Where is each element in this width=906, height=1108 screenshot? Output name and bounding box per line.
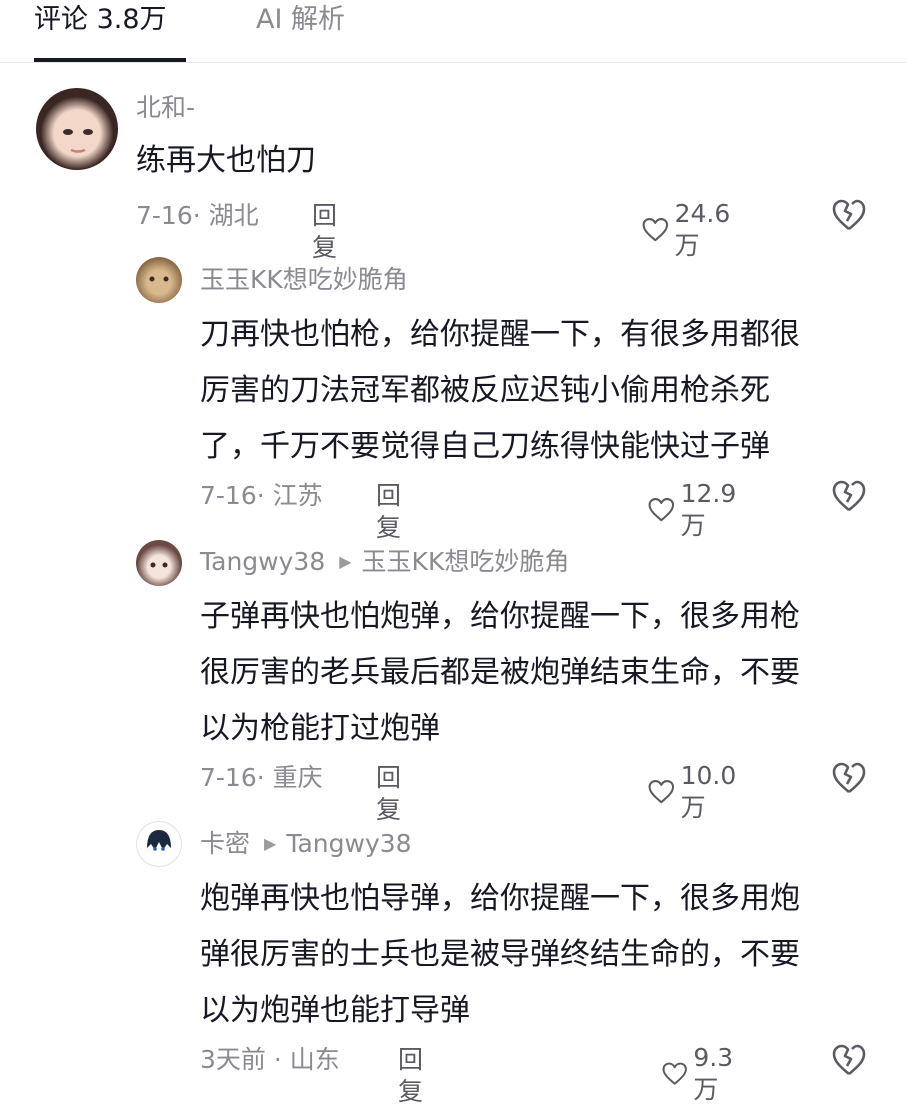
comment-text: 厉害的刀法冠军都被反应迟钝小偷用枪杀死: [200, 373, 770, 408]
dislike-button[interactable]: [832, 479, 866, 513]
avatar[interactable]: [36, 88, 118, 170]
like-count: 10.0万: [680, 761, 737, 822]
heart-outline-icon: [648, 780, 675, 804]
like-count: 12.9万: [680, 479, 737, 540]
comment-meta: 7-16· 重庆: [200, 763, 323, 792]
reply-button[interactable]: 回复: [376, 480, 401, 544]
heart-outline-icon: [642, 218, 669, 242]
broken-heart-icon: [832, 480, 866, 512]
like-button[interactable]: 24.6万: [642, 198, 738, 262]
comment-text: 以为炮弹也能打导弹: [200, 993, 470, 1028]
comment-text: 了，千万不要觉得自己刀练得快能快过子弹: [200, 429, 770, 464]
comment-text: 很厉害的老兵最后都是被炮弹结束生命，不要: [200, 655, 800, 690]
comment-meta: 7-16· 湖北: [136, 201, 259, 230]
like-button[interactable]: 9.3万: [662, 1042, 742, 1106]
right-triangle-icon: ▶: [339, 552, 352, 571]
like-count: 24.6万: [674, 199, 731, 260]
tab-comments[interactable]: 评论 3.8万: [34, 2, 167, 38]
comment-meta: 7-16· 江苏: [200, 481, 323, 510]
anime-avatar-icon: [150, 562, 168, 568]
comment-meta: 3天前 · 山东: [200, 1045, 340, 1074]
face-avatar-icon: [63, 129, 93, 153]
broken-heart-icon: [832, 199, 866, 231]
author-name[interactable]: Tangwy38: [200, 547, 325, 576]
tab-ai-analysis[interactable]: AI 解析: [256, 2, 345, 38]
heart-outline-icon: [662, 1062, 687, 1085]
comment-text: 刀再快也怕枪，给你提醒一下，有很多用都很: [200, 317, 800, 352]
reply-button[interactable]: 回复: [312, 200, 337, 264]
avatar[interactable]: [136, 257, 182, 303]
comment-username[interactable]: 玉玉KK想吃妙脆角: [200, 264, 408, 296]
reply-to-name[interactable]: 玉玉KK想吃妙脆角: [362, 547, 570, 576]
comment-text: 以为枪能打过炮弹: [200, 711, 440, 746]
comment-username: Tangwy38 ▶ 玉玉KK想吃妙脆角: [200, 546, 569, 578]
comment-tabs: 评论 3.8万 AI 解析: [0, 0, 906, 63]
author-name[interactable]: 卡密: [200, 829, 250, 858]
avatar[interactable]: [136, 821, 182, 867]
like-button[interactable]: 10.0万: [648, 760, 744, 824]
anime-avatar-icon: [147, 830, 171, 851]
broken-heart-icon: [832, 1044, 866, 1076]
dislike-button[interactable]: [832, 1043, 866, 1077]
heart-outline-icon: [648, 498, 675, 522]
right-triangle-icon: ▶: [264, 834, 277, 853]
like-button[interactable]: 12.9万: [648, 478, 744, 542]
reply-button[interactable]: 回复: [376, 762, 401, 826]
reply-to-name[interactable]: Tangwy38: [286, 829, 411, 858]
active-tab-indicator: [34, 58, 186, 62]
reply-button[interactable]: 回复: [398, 1044, 423, 1108]
dislike-button[interactable]: [832, 198, 866, 232]
comment-text: 炮弹再快也怕导弹，给你提醒一下，很多用炮: [200, 881, 800, 916]
cartoon-avatar-icon: [149, 276, 169, 282]
dislike-button[interactable]: [832, 761, 866, 795]
comment-text: 弹很厉害的士兵也是被导弹终结生命的，不要: [200, 937, 800, 972]
comment-text: 子弹再快也怕炮弹，给你提醒一下，很多用枪: [200, 599, 800, 634]
comment-username[interactable]: 北和-: [136, 92, 195, 124]
broken-heart-icon: [832, 762, 866, 794]
comment-text: 练再大也怕刀: [136, 143, 316, 178]
avatar[interactable]: [136, 540, 182, 586]
comment-username: 卡密 ▶ Tangwy38: [200, 828, 412, 860]
like-count: 9.3万: [693, 1043, 734, 1104]
